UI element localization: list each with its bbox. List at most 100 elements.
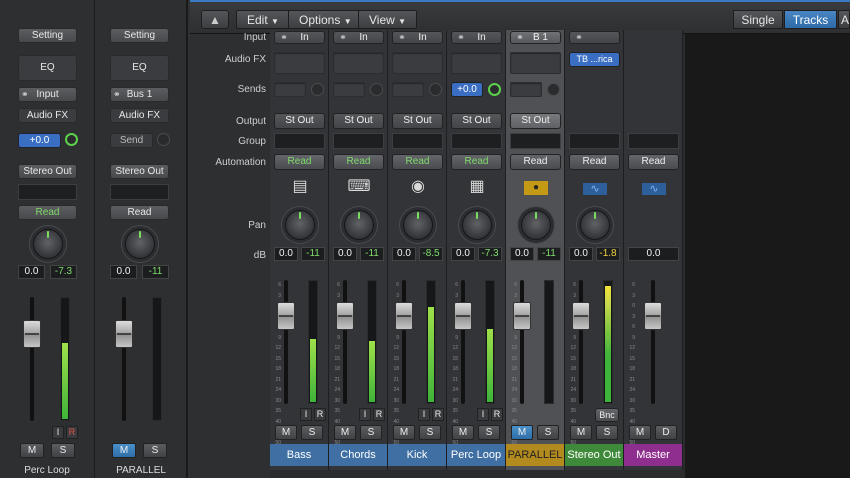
send-slot[interactable] xyxy=(274,82,306,97)
solo-button[interactable]: S xyxy=(419,425,441,440)
pan-knob[interactable] xyxy=(125,229,155,259)
volume-fader[interactable] xyxy=(572,302,590,330)
track-name[interactable]: Stereo Out xyxy=(565,444,623,466)
group-slot[interactable] xyxy=(510,133,561,149)
send-knob[interactable] xyxy=(488,83,501,96)
setting-button[interactable]: Setting xyxy=(18,28,77,43)
send-slot[interactable] xyxy=(333,82,365,97)
mute-button[interactable]: M xyxy=(334,425,356,440)
pan-knob[interactable] xyxy=(344,210,374,240)
pan-knob[interactable] xyxy=(33,229,63,259)
audio-fx-slot[interactable]: Audio FX xyxy=(18,108,77,123)
all-view-button[interactable]: A xyxy=(838,10,850,29)
eq-display[interactable]: EQ xyxy=(18,55,77,81)
options-menu[interactable]: Options ▼ xyxy=(288,10,363,29)
solo-button[interactable]: S xyxy=(143,443,167,458)
group-slot[interactable] xyxy=(451,133,502,149)
automation-mode[interactable]: Read xyxy=(18,205,77,220)
send-knob[interactable] xyxy=(65,133,78,146)
send-slot[interactable] xyxy=(510,82,542,97)
automation-mode[interactable]: Read xyxy=(569,154,620,170)
pan-knob[interactable] xyxy=(462,210,492,240)
mute-button[interactable]: M xyxy=(393,425,415,440)
solo-button[interactable]: S xyxy=(360,425,382,440)
record-button[interactable]: R xyxy=(314,408,326,421)
output-slot[interactable]: Stereo Out xyxy=(18,164,77,179)
volume-fader[interactable] xyxy=(115,320,133,348)
audio-fx-slot[interactable]: Audio FX xyxy=(110,108,169,123)
mute-button[interactable]: M xyxy=(20,443,44,458)
track-name[interactable]: Perc Loop xyxy=(447,444,505,466)
automation-mode[interactable]: Read xyxy=(510,154,561,170)
audio-fx-slot[interactable] xyxy=(510,52,561,74)
input-monitor-button[interactable]: I xyxy=(359,408,371,421)
output-slot[interactable]: St Out xyxy=(274,113,325,129)
automation-mode[interactable]: Read xyxy=(392,154,443,170)
mute-button[interactable]: M xyxy=(275,425,297,440)
send-slot[interactable] xyxy=(392,82,424,97)
input-slot[interactable]: ⚭ In xyxy=(451,31,502,44)
group-slot[interactable] xyxy=(110,184,169,200)
input-monitor-button[interactable]: I xyxy=(52,426,64,439)
output-slot[interactable]: Stereo Out xyxy=(110,164,169,179)
input-slot[interactable]: ⚭ In xyxy=(274,31,325,44)
automation-mode[interactable]: Read xyxy=(110,205,169,220)
up-arrow-icon[interactable]: ▲ xyxy=(201,10,229,29)
group-slot[interactable] xyxy=(628,133,679,149)
group-slot[interactable] xyxy=(392,133,443,149)
track-name[interactable]: PARALLEL xyxy=(506,444,564,466)
output-slot[interactable]: St Out xyxy=(333,113,384,129)
send-knob[interactable] xyxy=(311,83,324,96)
send-knob[interactable] xyxy=(157,133,170,146)
view-menu[interactable]: View ▼ xyxy=(358,10,418,29)
solo-button[interactable]: S xyxy=(537,425,559,440)
group-slot[interactable] xyxy=(569,133,620,149)
volume-fader[interactable] xyxy=(454,302,472,330)
input-slot[interactable]: ⚭ In xyxy=(392,31,443,44)
mute-button[interactable]: M xyxy=(570,425,592,440)
track-name[interactable]: Master xyxy=(624,444,682,466)
solo-button[interactable]: S xyxy=(596,425,618,440)
record-button[interactable]: R xyxy=(432,408,444,421)
send-knob[interactable] xyxy=(370,83,383,96)
audio-fx-slot[interactable] xyxy=(333,52,384,74)
group-slot[interactable] xyxy=(274,133,325,149)
single-view-button[interactable]: Single xyxy=(733,10,783,29)
input-monitor-button[interactable]: I xyxy=(418,408,430,421)
input-monitor-button[interactable]: I xyxy=(300,408,312,421)
audio-fx-slot[interactable] xyxy=(451,52,502,74)
volume-fader[interactable] xyxy=(395,302,413,330)
automation-mode[interactable]: Read xyxy=(628,154,679,170)
volume-fader[interactable] xyxy=(277,302,295,330)
mute-button[interactable]: M xyxy=(629,425,651,440)
group-slot[interactable] xyxy=(333,133,384,149)
send-knob[interactable] xyxy=(429,83,442,96)
mute-button[interactable]: M xyxy=(452,425,474,440)
group-slot[interactable] xyxy=(18,184,77,200)
automation-mode[interactable]: Read xyxy=(451,154,502,170)
output-slot[interactable]: St Out xyxy=(451,113,502,129)
volume-fader[interactable] xyxy=(23,320,41,348)
audio-fx-slot[interactable] xyxy=(392,52,443,74)
solo-button[interactable]: D xyxy=(655,425,677,440)
solo-button[interactable]: S xyxy=(301,425,323,440)
automation-mode[interactable]: Read xyxy=(274,154,325,170)
volume-fader[interactable] xyxy=(336,302,354,330)
mute-button[interactable]: M xyxy=(112,443,136,458)
send-level[interactable]: +0.0 xyxy=(451,82,483,97)
input-slot[interactable]: ⚭ In xyxy=(333,31,384,44)
output-slot[interactable]: St Out xyxy=(510,113,561,129)
record-button[interactable]: R xyxy=(373,408,385,421)
pan-knob[interactable] xyxy=(580,210,610,240)
input-monitor-button[interactable]: I xyxy=(477,408,489,421)
pan-knob[interactable] xyxy=(285,210,315,240)
send-slot[interactable]: Send xyxy=(110,133,153,148)
track-name[interactable]: Kick xyxy=(388,444,446,466)
input-slot[interactable]: ⚭ xyxy=(569,31,620,44)
volume-fader[interactable] xyxy=(513,302,531,330)
volume-fader[interactable] xyxy=(644,302,662,330)
tracks-view-button[interactable]: Tracks xyxy=(784,10,837,29)
pan-knob[interactable] xyxy=(521,210,551,240)
track-name[interactable]: Chords xyxy=(329,444,387,466)
mute-button[interactable]: M xyxy=(511,425,533,440)
